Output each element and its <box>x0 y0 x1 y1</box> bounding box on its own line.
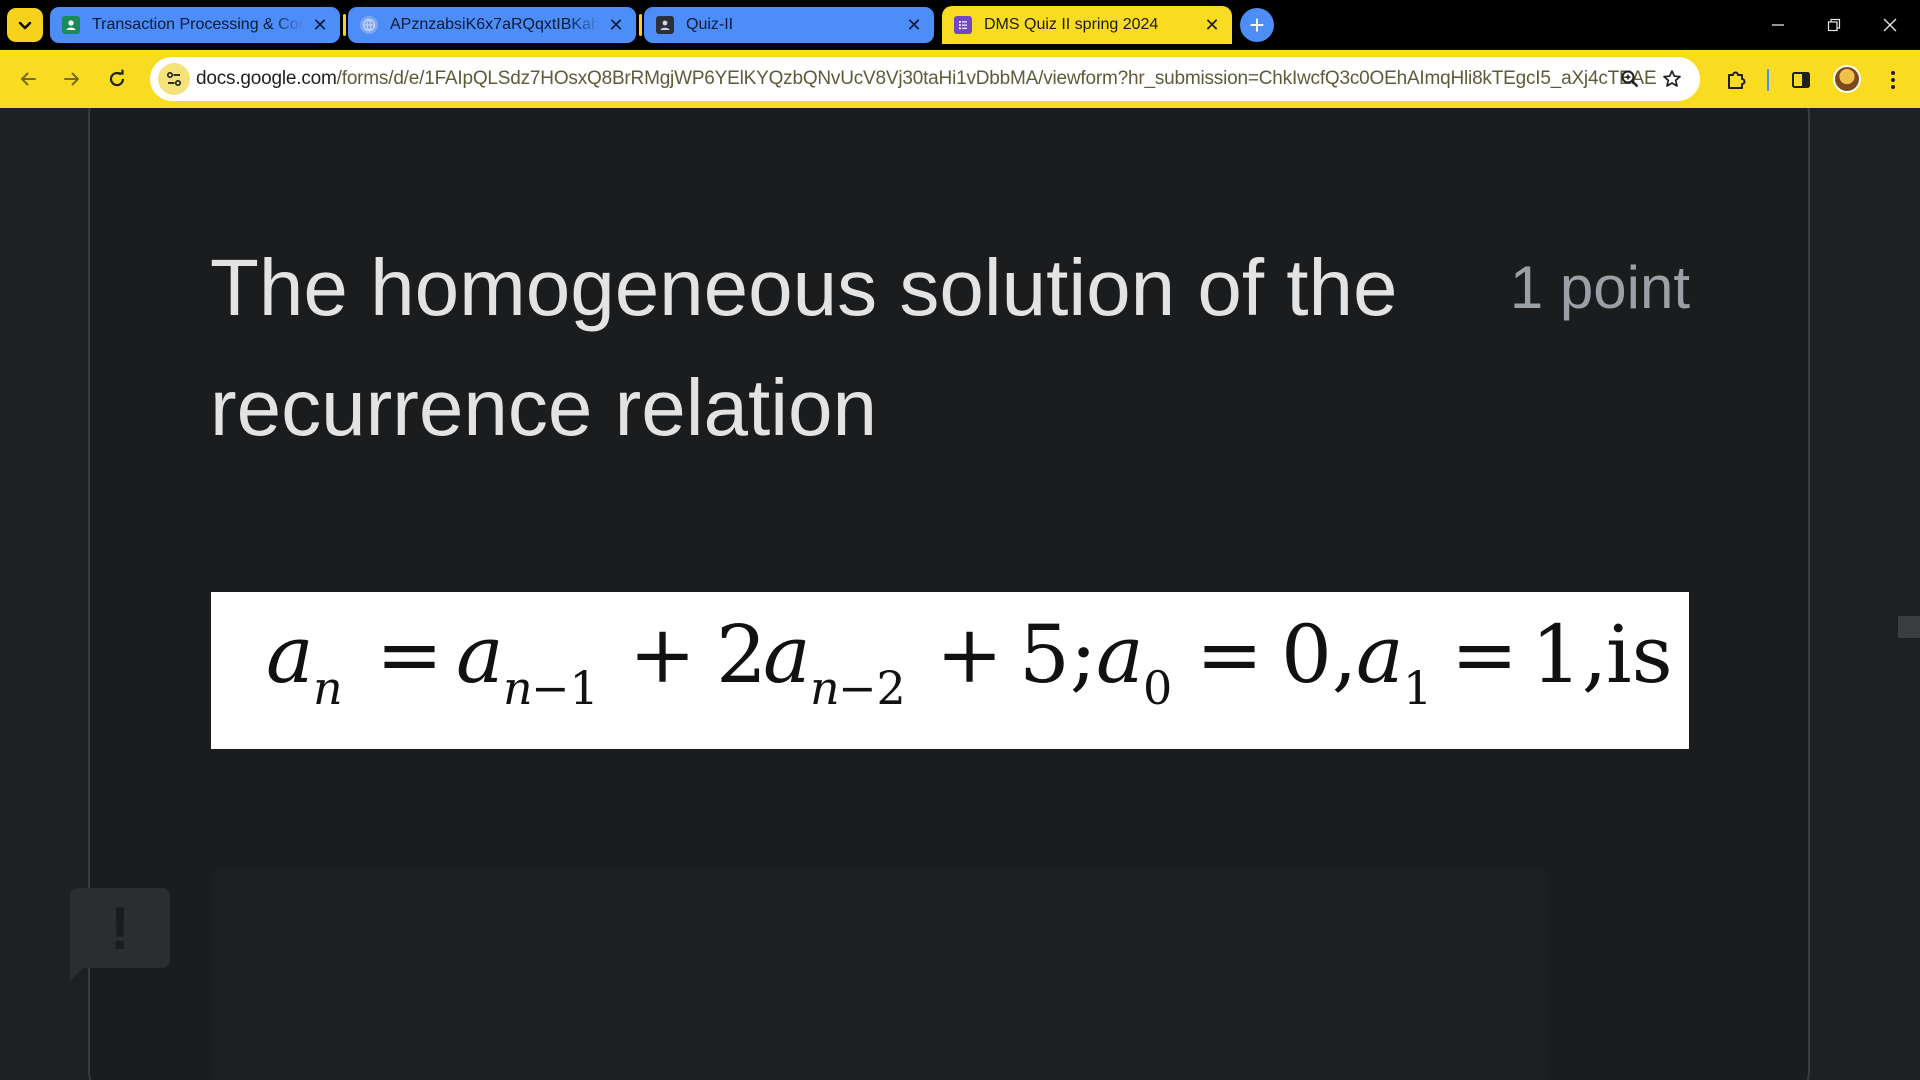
site-info-button[interactable] <box>158 63 190 95</box>
svg-text:0,: 0, <box>1281 608 1357 701</box>
classroom-person-icon <box>62 16 80 34</box>
exclamation-icon: ! <box>110 894 130 962</box>
svg-text:5;: 5; <box>1019 608 1097 701</box>
minimize-button[interactable] <box>1750 0 1806 50</box>
plus-icon: + <box>1249 10 1265 40</box>
url-host: docs.google.com <box>196 68 337 89</box>
svg-text:1: 1 <box>1403 661 1432 715</box>
close-icon[interactable]: ✕ <box>606 15 626 35</box>
scrollbar-thumb[interactable] <box>1898 616 1920 638</box>
equation-graphic: a n = a n −1 + 2 a n −2 + 5; a 0 = 0, a … <box>266 608 1673 715</box>
tab-title: Quiz-II <box>686 16 734 33</box>
tab-apznzabsik[interactable]: APznzabsiK6x7aRQqxtIBKahrQ ✕ <box>348 7 636 43</box>
svg-text:2: 2 <box>716 608 767 701</box>
reload-icon <box>109 69 125 87</box>
feedback-bubble-tail <box>70 963 88 981</box>
svg-text:n: n <box>313 661 343 715</box>
url-text[interactable]: docs.google.com/forms/d/e/1FAIpQLSdz7HOs… <box>196 57 1657 101</box>
google-forms-icon <box>954 16 972 34</box>
tab-search-button[interactable] <box>7 8 43 42</box>
close-window-button[interactable] <box>1862 0 1918 50</box>
arrow-right-icon <box>64 72 79 86</box>
close-icon <box>1883 18 1897 32</box>
svg-text:−2: −2 <box>838 661 906 715</box>
question-equation-image: a n = a n −1 + 2 a n −2 + 5; a 0 = 0, a … <box>211 592 1689 749</box>
restore-button[interactable] <box>1806 0 1862 50</box>
svg-text:+: + <box>936 608 1003 701</box>
tab-transaction-processing[interactable]: Transaction Processing & Conc ✕ <box>50 7 340 43</box>
reload-button[interactable] <box>99 61 135 97</box>
tab-dms-quiz-active[interactable]: DMS Quiz II spring 2024 ✕ <box>942 6 1232 44</box>
tab-separator <box>639 14 642 36</box>
minimize-icon <box>1772 24 1784 26</box>
tune-icon <box>166 71 182 87</box>
svg-text:a: a <box>1096 608 1144 701</box>
puzzle-icon <box>1728 71 1746 89</box>
question-title: The homogeneous solution of the recurren… <box>210 243 1398 452</box>
extensions-button[interactable] <box>1721 65 1751 95</box>
tab-title: DMS Quiz II spring 2024 <box>984 16 1159 33</box>
tab-separator <box>343 14 346 36</box>
svg-text:a: a <box>1356 608 1404 701</box>
svg-text:a: a <box>456 608 504 701</box>
svg-text:−1: −1 <box>531 661 599 715</box>
browser-toolbar: docs.google.com/forms/d/e/1FAIpQLSdz7HOs… <box>0 50 1920 108</box>
svg-text:=: = <box>1196 608 1263 701</box>
menu-button[interactable] <box>1878 65 1908 95</box>
svg-text:=: = <box>376 608 443 701</box>
svg-text:a: a <box>763 608 811 701</box>
svg-text:n: n <box>810 661 840 715</box>
tab-title: Transaction Processing & Conc <box>92 16 304 33</box>
tab-title: APznzabsiK6x7aRQqxtIBKahrQ <box>390 16 600 33</box>
tab-quiz-ii[interactable]: Quiz-II ✕ <box>644 7 934 43</box>
side-panel-icon <box>1792 72 1810 88</box>
svg-text:1,: 1, <box>1531 608 1607 701</box>
person-badge-icon <box>656 16 674 34</box>
bookmark-button[interactable] <box>1658 65 1686 93</box>
form-page: The homogeneous solution of the recurren… <box>0 108 1920 1080</box>
answer-area[interactable] <box>210 868 1550 1080</box>
globe-icon <box>360 16 378 34</box>
forward-button[interactable] <box>54 61 90 97</box>
close-icon[interactable]: ✕ <box>310 15 330 35</box>
toolbar-divider <box>1767 69 1769 91</box>
profile-avatar[interactable] <box>1833 65 1861 93</box>
report-problem-button[interactable]: ! <box>70 888 170 968</box>
more-vert-icon <box>1891 71 1895 89</box>
zoom-button[interactable] <box>1616 65 1644 93</box>
svg-text:=: = <box>1451 608 1518 701</box>
svg-text:n: n <box>503 661 533 715</box>
restore-icon <box>1827 18 1841 32</box>
svg-text:a: a <box>266 608 314 701</box>
side-panel-button[interactable] <box>1786 65 1816 95</box>
arrow-left-icon <box>21 72 36 86</box>
svg-text:+: + <box>629 608 696 701</box>
url-path: /forms/d/e/1FAIpQLSdz7HOsxQ8BrRMgjWP6YEl… <box>336 68 1657 89</box>
question-points: 1 point <box>1509 254 1690 321</box>
address-bar[interactable]: docs.google.com/forms/d/e/1FAIpQLSdz7HOs… <box>150 57 1700 101</box>
star-icon <box>1663 70 1681 87</box>
svg-text:is: is <box>1606 608 1673 701</box>
close-icon[interactable]: ✕ <box>904 15 924 35</box>
back-button[interactable] <box>10 61 46 97</box>
chevron-down-icon <box>18 21 32 30</box>
close-icon[interactable]: ✕ <box>1202 15 1222 35</box>
svg-text:0: 0 <box>1143 661 1172 715</box>
zoom-icon <box>1621 70 1639 88</box>
new-tab-button[interactable]: + <box>1240 8 1274 42</box>
tab-strip: Transaction Processing & Conc ✕ APznzabs… <box>0 0 1920 50</box>
